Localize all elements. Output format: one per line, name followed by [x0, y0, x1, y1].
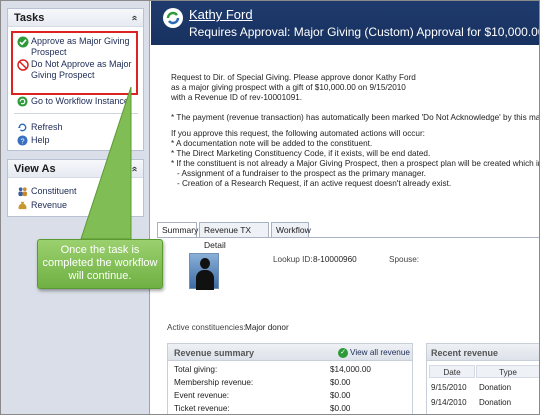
workflow-link-label: Go to Workflow Instance: [31, 96, 129, 106]
row-value: $0.00: [330, 391, 351, 400]
column-header-type[interactable]: Type: [476, 365, 539, 378]
help-icon: ?: [17, 135, 28, 146]
recent-revenue-title: Recent revenue: [431, 348, 499, 358]
viewas-title: View As: [14, 163, 56, 175]
row-date: 9/14/2010: [431, 398, 467, 407]
page-title: Requires Approval: Major Giving (Custom)…: [189, 25, 540, 39]
constituent-photo: [189, 253, 219, 290]
deny-task-label: Do Not Approve as Major Giving Prospect: [31, 59, 132, 80]
view-all-revenue-link[interactable]: ✓ View all revenue: [338, 348, 410, 358]
constituencies-value: Major donor: [245, 323, 289, 332]
task-pane: Tasks « Approve as Major Giving Prospect…: [1, 1, 150, 414]
view-all-revenue-label: View all revenue: [350, 348, 410, 358]
tasks-title: Tasks: [14, 12, 45, 24]
row-value: $14,000.00: [330, 365, 371, 374]
column-header-date[interactable]: Date: [429, 365, 475, 378]
revenue-summary-panel: Revenue summary ✓ View all revenue Total …: [167, 343, 413, 414]
tab-divider: [157, 237, 539, 238]
revenue-label: Revenue: [31, 200, 68, 210]
row-label: Event revenue:: [174, 391, 230, 400]
refresh-circle-icon: [17, 96, 28, 107]
row-label: Total giving:: [174, 365, 218, 374]
lookup-id-label: Lookup ID:: [273, 255, 313, 264]
row-date: 9/15/2010: [431, 383, 467, 392]
tasks-header[interactable]: Tasks «: [8, 9, 143, 27]
help-label: Help: [31, 135, 50, 145]
refresh-label: Refresh: [31, 122, 63, 132]
window: Tasks « Approve as Major Giving Prospect…: [0, 0, 540, 415]
check-circle-icon: [17, 36, 29, 48]
row-type: Donation: [479, 383, 512, 392]
tab-revenue-tx-detail[interactable]: Revenue TX Detail: [199, 222, 269, 250]
recent-revenue-header: Recent revenue: [427, 344, 539, 361]
collapse-icon[interactable]: «: [125, 166, 143, 172]
body-line: * If the constituent is not already a Ma…: [171, 159, 540, 168]
divider: [14, 113, 138, 114]
body-line: Request to Dir. of Special Giving. Pleas…: [171, 73, 416, 82]
money-bag-icon: [18, 201, 27, 210]
viewas-header[interactable]: View As «: [8, 160, 143, 178]
viewas-panel: View As « Constituent Revenue: [7, 159, 144, 217]
no-entry-icon: [17, 59, 29, 71]
recent-revenue-panel: Recent revenue Date Type 9/15/2010 Donati…: [426, 343, 539, 414]
body-line: - Assignment of a fundraiser to the pros…: [177, 169, 426, 178]
refresh-icon: [17, 123, 27, 132]
lookup-id-value: 8-10000960: [313, 255, 357, 264]
spouse-label: Spouse:: [389, 255, 420, 264]
table-row: Ticket revenue: $0.00: [174, 404, 410, 414]
collapse-icon[interactable]: «: [125, 15, 143, 21]
constituent-name-link[interactable]: Kathy Ford: [189, 7, 253, 22]
svg-text:?: ?: [20, 136, 24, 145]
approve-task-label: Approve as Major Giving Prospect: [31, 36, 130, 57]
row-type: Donation: [479, 398, 512, 407]
body-line: * The Direct Marketing Constituency Code…: [171, 149, 431, 158]
tab-workflow[interactable]: Workflow: [271, 222, 311, 238]
people-icon: [18, 187, 28, 197]
row-label: Ticket revenue:: [174, 404, 230, 413]
revenue-summary-title: Revenue summary: [174, 348, 255, 358]
row-label: Membership revenue:: [174, 378, 254, 387]
record-page: Kathy Ford Requires Approval: Major Givi…: [151, 1, 540, 414]
tab-summary[interactable]: Summary: [157, 222, 198, 238]
page-header: Kathy Ford Requires Approval: Major Givi…: [151, 1, 540, 45]
body-line: If you approve this request, the followi…: [171, 129, 425, 138]
tasks-panel: Tasks « Approve as Major Giving Prospect…: [7, 8, 144, 151]
view-icon: ✓: [338, 348, 348, 358]
revenue-summary-header: Revenue summary ✓ View all revenue: [168, 344, 412, 361]
workflow-icon: [163, 8, 183, 28]
body-line: * A documentation note will be added to …: [171, 139, 373, 148]
table-row: Total giving: $14,000.00: [174, 365, 410, 377]
body-line: - Creation of a Research Request, if an …: [177, 179, 452, 188]
row-value: $0.00: [330, 378, 351, 387]
table-row: Membership revenue: $0.00: [174, 378, 410, 390]
row-value: $0.00: [330, 404, 351, 413]
constituencies-label: Active constituencies:: [167, 323, 246, 332]
body-line: * The payment (revenue transaction) has …: [171, 113, 540, 122]
table-row: Event revenue: $0.00: [174, 391, 410, 403]
callout-note: Once the task is completed the workflow …: [37, 239, 163, 289]
body-line: as a major giving prospect with a gift o…: [171, 83, 406, 92]
body-line: with a Revenue ID of rev-10001091.: [171, 93, 303, 102]
constituent-label: Constituent: [31, 186, 77, 196]
